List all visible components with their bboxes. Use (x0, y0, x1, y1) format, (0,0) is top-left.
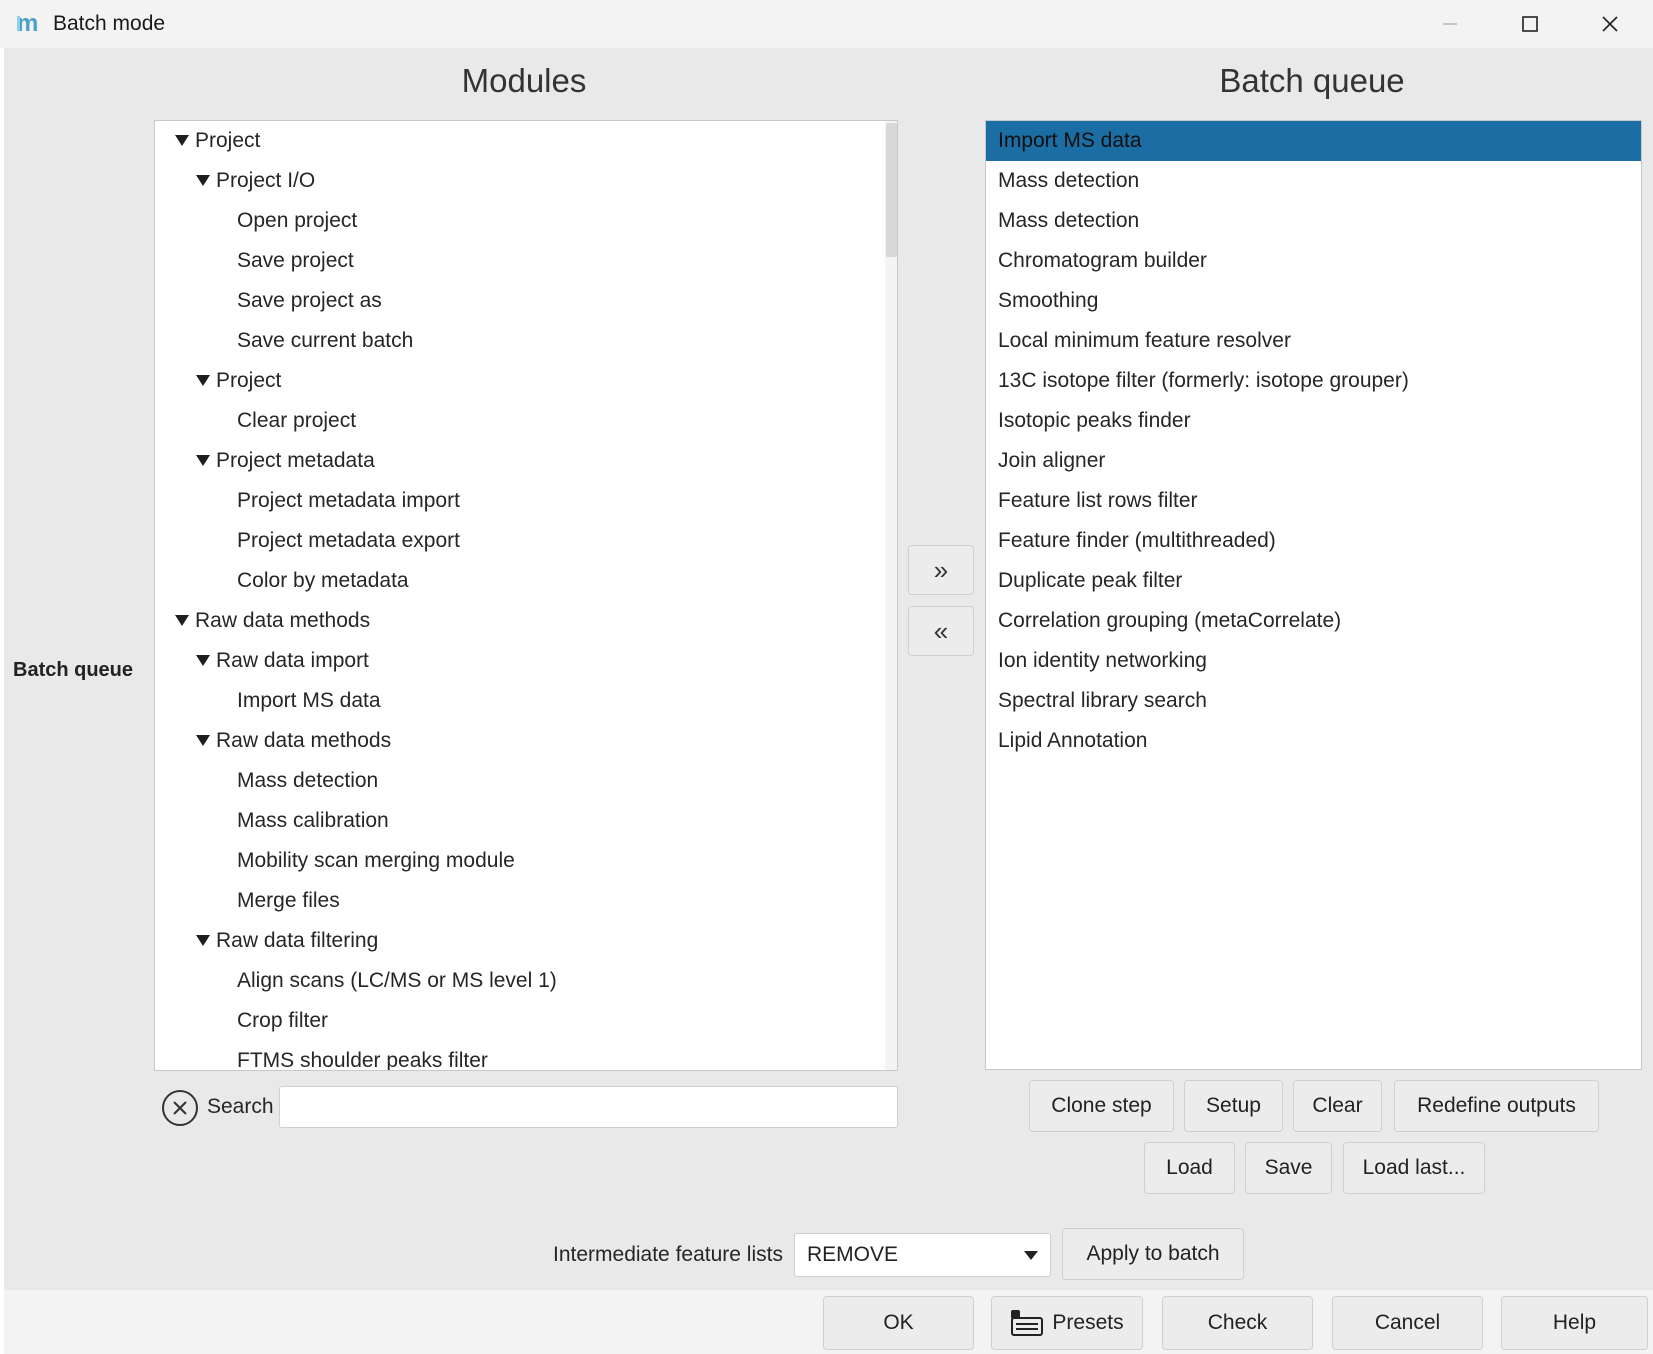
tree-scrollbar-track[interactable] (885, 121, 897, 1070)
queue-item[interactable]: Feature list rows filter (986, 481, 1641, 521)
minimize-button[interactable] (1410, 0, 1490, 48)
expand-arrow-icon[interactable] (196, 655, 210, 666)
expand-arrow-icon[interactable] (196, 175, 210, 186)
expand-arrow-icon[interactable] (196, 935, 210, 946)
maximize-button[interactable] (1490, 0, 1570, 48)
presets-icon (1011, 1310, 1044, 1336)
intermediate-feature-lists-label: Intermediate feature lists (553, 1243, 783, 1266)
presets-button[interactable]: Presets (991, 1296, 1143, 1350)
intermediate-feature-lists-select[interactable]: REMOVE (794, 1233, 1051, 1277)
queue-item[interactable]: Mass detection (986, 161, 1641, 201)
tree-item-label: Mobility scan merging module (237, 849, 515, 872)
queue-item[interactable]: Correlation grouping (metaCorrelate) (986, 601, 1641, 641)
clear-search-button[interactable] (162, 1090, 198, 1126)
tree-item-label: Raw data filtering (216, 929, 379, 952)
tree-item-label: Raw data methods (195, 609, 371, 632)
queue-item[interactable]: 13C isotope filter (formerly: isotope gr… (986, 361, 1641, 401)
batch-queue-side-label: Batch queue (13, 659, 134, 681)
presets-label: Presets (1052, 1311, 1124, 1334)
tree-item-label: Mass detection (237, 769, 379, 792)
tree-item-label: Raw data methods (216, 729, 392, 752)
tree-item-label: Open project (237, 209, 358, 232)
close-button[interactable] (1570, 0, 1650, 48)
help-button[interactable]: Help (1501, 1296, 1648, 1350)
save-button[interactable]: Save (1245, 1142, 1332, 1194)
load-last-button[interactable]: Load last... (1343, 1142, 1485, 1194)
redefine-outputs-button[interactable]: Redefine outputs (1394, 1080, 1599, 1132)
queue-item[interactable]: Join aligner (986, 441, 1641, 481)
cancel-button[interactable]: Cancel (1332, 1296, 1483, 1350)
tree-item-label: Save project as (237, 289, 382, 312)
tree-item-label: Merge files (237, 889, 340, 912)
queue-item[interactable]: Spectral library search (986, 681, 1641, 721)
queue-item[interactable]: Import MS data (986, 121, 1641, 161)
minimize-icon (1443, 23, 1457, 25)
expand-arrow-icon[interactable] (196, 375, 210, 386)
tree-scrollbar-thumb[interactable] (886, 123, 897, 257)
expand-arrow-icon[interactable] (196, 735, 210, 746)
clear-button[interactable]: Clear (1293, 1080, 1382, 1132)
title-bar: m Batch mode (0, 0, 1653, 48)
clear-circle-icon (173, 1101, 187, 1115)
queue-item[interactable]: Mass detection (986, 201, 1641, 241)
svg-text:m: m (17, 12, 38, 34)
setup-button[interactable]: Setup (1184, 1080, 1283, 1132)
tree-item-label: FTMS shoulder peaks filter (237, 1049, 488, 1071)
ok-button[interactable]: OK (823, 1296, 974, 1350)
tree-item-label: Save current batch (237, 329, 414, 352)
modules-tree[interactable]: FTMS shoulder peaks filter Crop filter Ali… (154, 120, 898, 1071)
intermediate-feature-lists-value: REMOVE (807, 1243, 899, 1266)
expand-arrow-icon[interactable] (175, 135, 189, 146)
window-title: Batch mode (53, 12, 166, 35)
tree-item-label: Project (195, 129, 261, 152)
search-label: Search (207, 1095, 274, 1118)
tree-item-label: Crop filter (237, 1009, 329, 1032)
batch-queue-heading: Batch queue (1219, 62, 1405, 99)
queue-item[interactable]: Smoothing (986, 281, 1641, 321)
queue-item[interactable]: Chromatogram builder (986, 241, 1641, 281)
clone-step-button[interactable]: Clone step (1029, 1080, 1174, 1132)
mzmine-logo-icon: m (17, 12, 38, 34)
tree-item-label: Project I/O (216, 169, 316, 192)
queue-item[interactable]: Duplicate peak filter (986, 561, 1641, 601)
expand-arrow-icon[interactable] (196, 455, 210, 466)
tree-item-label: Project metadata import (237, 489, 460, 512)
queue-item[interactable]: Local minimum feature resolver (986, 321, 1641, 361)
tree-item-label: Project metadata (216, 449, 375, 472)
expand-arrow-icon[interactable] (175, 615, 189, 626)
apply-to-batch-button[interactable]: Apply to batch (1062, 1228, 1244, 1280)
tree-item-label: Save project (237, 249, 354, 272)
chevron-down-icon (1024, 1251, 1038, 1260)
tree-item-label: Raw data import (216, 649, 369, 672)
modules-heading: Modules (461, 62, 587, 99)
add-to-queue-button[interactable]: » (908, 545, 974, 595)
search-input[interactable] (279, 1086, 898, 1128)
tree-item-label: Align scans (LC/MS or MS level 1) (237, 969, 557, 992)
tree-item-label: Project (216, 369, 282, 392)
queue-item[interactable]: Ion identity networking (986, 641, 1641, 681)
queue-item[interactable]: Feature finder (multithreaded) (986, 521, 1641, 561)
maximize-icon (1522, 16, 1538, 32)
tree-item-label: Project metadata export (237, 529, 460, 552)
tree-item-label: Import MS data (237, 689, 381, 712)
load-button[interactable]: Load (1144, 1142, 1235, 1194)
tree-item-label: Color by metadata (237, 569, 409, 592)
close-icon (1602, 16, 1618, 32)
check-button[interactable]: Check (1162, 1296, 1313, 1350)
batch-queue-list[interactable]: Import MS data Mass detection Mass detecti… (985, 120, 1642, 1070)
remove-from-queue-button[interactable]: « (908, 606, 974, 656)
queue-item[interactable]: Lipid Annotation (986, 721, 1641, 761)
queue-item[interactable]: Isotopic peaks finder (986, 401, 1641, 441)
tree-item-label: Mass calibration (237, 809, 389, 832)
tree-item-label: Clear project (237, 409, 357, 432)
